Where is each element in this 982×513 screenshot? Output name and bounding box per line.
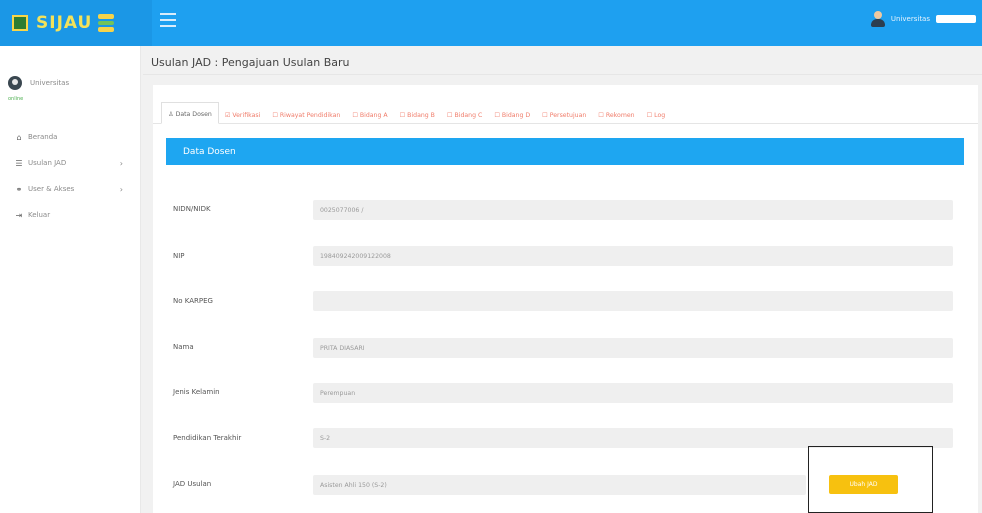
sidebar-nav: ⌂ Beranda ☰ Usulan JAD › ⚭ User & Akses … bbox=[0, 124, 141, 228]
tab-rekomen[interactable]: ☐ Rekomen bbox=[592, 101, 640, 123]
home-icon: ⌂ bbox=[16, 132, 22, 142]
label-nama: Nama bbox=[173, 343, 194, 351]
tab-label: Verifikasi bbox=[232, 112, 261, 119]
profile-name: Universitas bbox=[30, 79, 70, 87]
tab-label: Log bbox=[654, 112, 666, 119]
label-nip: NIP bbox=[173, 252, 185, 260]
file-icon: ☐ bbox=[399, 112, 406, 119]
sidebar-profile: Universitas bbox=[8, 76, 69, 90]
label-jad-usulan: JAD Usulan bbox=[173, 480, 212, 488]
file-icon: ☐ bbox=[542, 112, 548, 119]
section-header: Data Dosen bbox=[166, 138, 964, 165]
user-name: Universitas bbox=[890, 15, 930, 23]
brand-mark-left-icon bbox=[12, 15, 28, 31]
pendidikan-terakhir-field[interactable]: S-2 bbox=[313, 428, 953, 448]
chevron-right-icon: › bbox=[119, 158, 123, 168]
logout-icon: ⇥ bbox=[15, 210, 23, 220]
label-nidn: NIDN/NIDK bbox=[173, 205, 211, 213]
top-navbar: SIJAU Universitas bbox=[0, 0, 982, 46]
brand-name: SIJAU bbox=[36, 13, 93, 33]
file-icon: ☐ bbox=[352, 112, 358, 119]
brand-mark-right-icon bbox=[98, 14, 115, 33]
page-title: Usulan JAD : Pengajuan Usulan Baru bbox=[151, 56, 350, 69]
tab-bidang-d[interactable]: ☐ Bidang D bbox=[488, 101, 536, 123]
tab-persetujuan[interactable]: ☐ Persetujuan bbox=[536, 101, 592, 123]
label-jenis-kelamin: Jenis Kelamin bbox=[173, 388, 220, 396]
tab-bidang-b[interactable]: ☐ Bidang B bbox=[394, 101, 441, 123]
nidn-field[interactable]: 0025077006 / bbox=[313, 200, 953, 220]
tab-verifikasi[interactable]: ☑ Verifikasi bbox=[219, 101, 267, 123]
sidebar-item-label: Keluar bbox=[28, 211, 51, 219]
user-menu[interactable]: Universitas bbox=[870, 11, 976, 27]
sidebar: Universitas online ⌂ Beranda ☰ Usulan JA… bbox=[0, 46, 141, 513]
user-avatar-icon bbox=[870, 11, 885, 27]
file-icon: ☐ bbox=[272, 112, 278, 119]
tab-riwayat-pendidikan[interactable]: ☐ Riwayat Pendidikan bbox=[266, 101, 346, 123]
profile-avatar-icon bbox=[8, 76, 22, 90]
jenis-kelamin-field[interactable]: Perempuan bbox=[313, 383, 953, 403]
sidebar-item-label: Usulan JAD bbox=[28, 159, 67, 167]
ubah-jad-button[interactable]: Ubah JAD bbox=[829, 475, 898, 494]
sidebar-item-beranda[interactable]: ⌂ Beranda bbox=[0, 124, 141, 150]
file-icon: ☐ bbox=[646, 112, 653, 119]
user-menu-dropdown[interactable] bbox=[936, 15, 976, 23]
title-divider bbox=[143, 74, 982, 75]
brand-logo[interactable]: SIJAU bbox=[0, 0, 152, 46]
profile-status: online bbox=[8, 96, 24, 102]
jad-usulan-field[interactable]: Asisten Ahli 150 (S-2) bbox=[313, 475, 806, 495]
sidebar-item-user-akses[interactable]: ⚭ User & Akses › bbox=[0, 176, 141, 202]
users-icon: ⚭ bbox=[15, 184, 23, 194]
sidebar-item-keluar[interactable]: ⇥ Keluar bbox=[0, 202, 141, 228]
sidebar-item-label: Beranda bbox=[28, 133, 58, 141]
nama-field[interactable]: PRITA DIASARI bbox=[313, 338, 953, 358]
user-icon: ♙ bbox=[168, 111, 174, 118]
sidebar-item-usulan-jad[interactable]: ☰ Usulan JAD › bbox=[0, 150, 141, 176]
file-icon: ☐ bbox=[494, 112, 500, 119]
file-icon: ☐ bbox=[598, 112, 604, 119]
no-karpeg-field[interactable] bbox=[313, 291, 953, 311]
tab-bar: ♙ Data Dosen ☑ Verifikasi ☐ Riwayat Pendidi… bbox=[153, 102, 978, 124]
tab-label: Rekomen bbox=[605, 112, 635, 119]
tab-label: Bidang B bbox=[407, 112, 435, 119]
tab-bidang-a[interactable]: ☐ Bidang A bbox=[346, 101, 393, 123]
tab-label: Riwayat Pendidikan bbox=[279, 112, 341, 119]
tab-bidang-c[interactable]: ☐ Bidang C bbox=[441, 101, 488, 123]
tab-label: Data Dosen bbox=[175, 111, 212, 118]
tab-label: Bidang A bbox=[359, 112, 388, 119]
label-no-karpeg: No KARPEG bbox=[173, 297, 213, 305]
file-icon: ☐ bbox=[446, 112, 453, 119]
check-icon: ☑ bbox=[224, 112, 231, 119]
tab-label: Persetujuan bbox=[549, 112, 587, 119]
chevron-right-icon: › bbox=[119, 184, 123, 194]
tab-label: Bidang C bbox=[454, 112, 483, 119]
tab-log[interactable]: ☐ Log bbox=[641, 101, 672, 123]
tab-data-dosen[interactable]: ♙ Data Dosen bbox=[161, 102, 219, 124]
label-pendidikan-terakhir: Pendidikan Terakhir bbox=[173, 434, 242, 442]
sidebar-item-label: User & Akses bbox=[28, 185, 75, 193]
tab-label: Bidang D bbox=[501, 112, 531, 119]
list-icon: ☰ bbox=[15, 158, 23, 168]
hamburger-menu-icon[interactable] bbox=[160, 13, 176, 27]
nip-field[interactable]: 198409242009122008 bbox=[313, 246, 953, 266]
